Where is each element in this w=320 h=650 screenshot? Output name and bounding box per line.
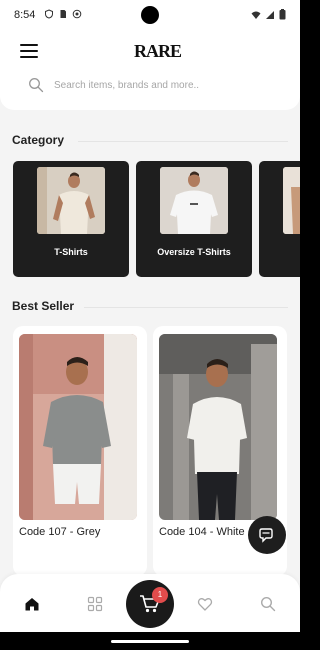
cart-button[interactable] <box>126 580 174 628</box>
chat-icon <box>259 528 273 543</box>
status-time: 8:54 <box>14 9 36 21</box>
status-bar: 8:54 <box>0 0 300 30</box>
category-image-oversize <box>160 167 228 234</box>
category-title: Category <box>12 133 65 147</box>
best-seller-title: Best Seller <box>12 299 75 313</box>
nav-search[interactable] <box>258 594 278 614</box>
nav-categories[interactable] <box>85 594 105 614</box>
nav-home[interactable] <box>22 594 42 614</box>
app-notification-icon <box>72 9 82 19</box>
category-label: T-Shirts <box>54 247 88 257</box>
model-photo <box>159 334 277 520</box>
grid-icon <box>87 596 103 612</box>
product-image <box>159 334 277 520</box>
nav-wishlist[interactable] <box>195 594 215 614</box>
home-icon <box>25 598 39 611</box>
notification-icons <box>44 9 82 19</box>
search-icon <box>260 596 276 612</box>
product-name: Code 104 - White <box>159 526 245 538</box>
menu-line <box>20 50 38 52</box>
category-divider <box>78 141 288 142</box>
wifi-icon <box>251 11 261 19</box>
menu-line <box>20 44 38 46</box>
system-icons <box>251 9 286 20</box>
model-photo <box>283 167 300 234</box>
category-image-partial <box>283 167 300 234</box>
battery-icon <box>279 9 286 20</box>
app-screen: 8:54 RARE Category <box>0 0 300 650</box>
chat-button[interactable] <box>248 516 286 554</box>
brand-logo: RARE <box>134 41 182 61</box>
category-card-oversize[interactable]: Oversize T-Shirts <box>136 161 252 277</box>
home-gesture-pill[interactable] <box>111 640 189 643</box>
cart-count-badge: 1 <box>152 587 168 603</box>
category-label: Oversize T-Shirts <box>157 247 231 257</box>
product-image <box>19 334 137 520</box>
product-card[interactable]: Code 107 - Grey <box>13 326 147 576</box>
category-image-tshirts <box>37 167 105 234</box>
camera-cutout <box>141 6 159 24</box>
heart-icon <box>197 598 213 611</box>
model-photo <box>160 167 228 234</box>
search-icon <box>29 78 44 93</box>
menu-button[interactable] <box>20 44 38 58</box>
app-header: RARE <box>0 30 300 110</box>
model-photo <box>37 167 105 234</box>
shield-icon <box>45 9 53 19</box>
search-bar[interactable] <box>28 74 278 96</box>
best-seller-divider <box>84 307 288 308</box>
search-input[interactable] <box>54 79 274 91</box>
model-photo <box>19 334 137 520</box>
signal-icon <box>266 10 274 19</box>
menu-line <box>20 56 38 58</box>
sim-card-icon <box>60 10 66 18</box>
product-name: Code 107 - Grey <box>19 526 101 538</box>
category-card-partial[interactable] <box>259 161 300 277</box>
category-card-tshirts[interactable]: T-Shirts <box>13 161 129 277</box>
